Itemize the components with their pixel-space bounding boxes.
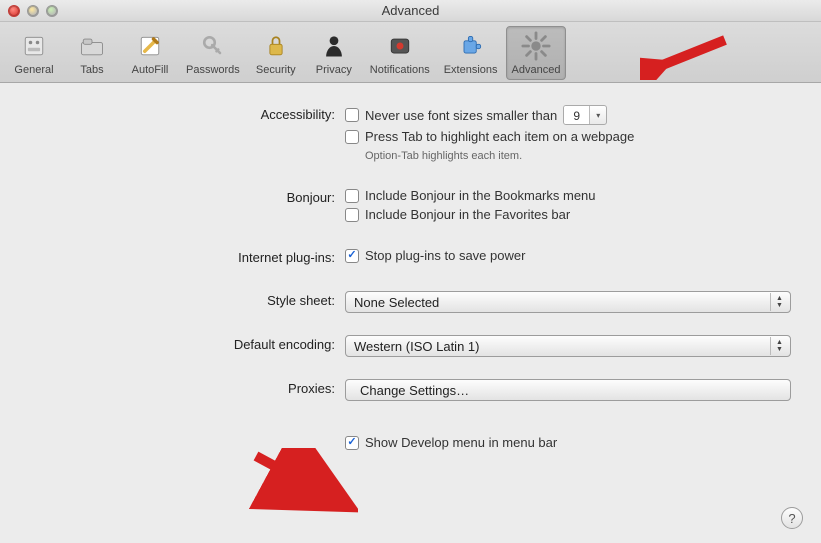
window-title: Advanced (0, 3, 821, 18)
tab-tabs-label: Tabs (80, 64, 103, 76)
tab-general[interactable]: General (6, 26, 62, 80)
never-smaller-checkbox[interactable] (345, 108, 359, 122)
notifications-icon (384, 30, 416, 62)
security-icon (260, 30, 292, 62)
tab-extensions-label: Extensions (444, 64, 498, 76)
titlebar: Advanced (0, 0, 821, 22)
min-font-size-stepper[interactable]: 9 ▾ (563, 105, 607, 125)
option-tab-hint: Option-Tab highlights each item. (365, 150, 791, 162)
advanced-pane: Accessibility: Never use font sizes smal… (0, 83, 821, 466)
accessibility-row: Accessibility: Never use font sizes smal… (30, 105, 791, 162)
passwords-icon (197, 30, 229, 62)
select-arrows-icon: ▲▼ (770, 293, 788, 311)
bonjour-bookmarks-checkbox[interactable] (345, 189, 359, 203)
tab-advanced-label: Advanced (512, 64, 561, 76)
press-tab-checkbox[interactable] (345, 130, 359, 144)
tab-general-label: General (14, 64, 53, 76)
develop-row: Show Develop menu in menu bar (30, 435, 791, 450)
tab-passwords-label: Passwords (186, 64, 240, 76)
stylesheet-select[interactable]: None Selected ▲▼ (345, 291, 791, 313)
bonjour-favorites-checkbox[interactable] (345, 208, 359, 222)
never-smaller-text: Never use font sizes smaller than (365, 108, 557, 123)
tab-notifications-label: Notifications (370, 64, 430, 76)
show-develop-checkbox[interactable] (345, 436, 359, 450)
tab-advanced[interactable]: Advanced (506, 26, 567, 80)
select-arrows-icon: ▲▼ (770, 337, 788, 355)
change-settings-button[interactable]: Change Settings… (345, 379, 791, 401)
bonjour-row: Bonjour: Include Bonjour in the Bookmark… (30, 188, 791, 222)
tab-privacy[interactable]: Privacy (306, 26, 362, 80)
general-icon (18, 30, 50, 62)
stylesheet-row: Style sheet: None Selected ▲▼ (30, 291, 791, 313)
min-font-size-value: 9 (564, 106, 590, 124)
tabs-icon (76, 30, 108, 62)
bonjour-bookmarks-text: Include Bonjour in the Bookmarks menu (365, 188, 596, 203)
extensions-icon (455, 30, 487, 62)
tab-passwords[interactable]: Passwords (180, 26, 246, 80)
tab-extensions[interactable]: Extensions (438, 26, 504, 80)
tab-security-label: Security (256, 64, 296, 76)
privacy-icon (318, 30, 350, 62)
stylesheet-label: Style sheet: (30, 291, 345, 308)
tab-privacy-label: Privacy (316, 64, 352, 76)
show-develop-text: Show Develop menu in menu bar (365, 435, 557, 450)
autofill-icon (134, 30, 166, 62)
encoding-select[interactable]: Western (ISO Latin 1) ▲▼ (345, 335, 791, 357)
advanced-icon (520, 30, 552, 62)
tab-security[interactable]: Security (248, 26, 304, 80)
tab-tabs[interactable]: Tabs (64, 26, 120, 80)
press-tab-text: Press Tab to highlight each item on a we… (365, 129, 634, 144)
proxies-row: Proxies: Change Settings… (30, 379, 791, 401)
tab-notifications[interactable]: Notifications (364, 26, 436, 80)
plugins-label: Internet plug-ins: (30, 248, 345, 265)
encoding-row: Default encoding: Western (ISO Latin 1) … (30, 335, 791, 357)
stylesheet-value: None Selected (354, 295, 439, 310)
encoding-value: Western (ISO Latin 1) (354, 339, 479, 354)
encoding-label: Default encoding: (30, 335, 345, 352)
bonjour-label: Bonjour: (30, 188, 345, 205)
tab-autofill-label: AutoFill (132, 64, 169, 76)
bonjour-favorites-text: Include Bonjour in the Favorites bar (365, 207, 570, 222)
stop-plugins-text: Stop plug-ins to save power (365, 248, 525, 263)
plugins-row: Internet plug-ins: Stop plug-ins to save… (30, 248, 791, 265)
stepper-button[interactable]: ▾ (590, 106, 606, 124)
tab-autofill[interactable]: AutoFill (122, 26, 178, 80)
help-button[interactable]: ? (781, 507, 803, 529)
accessibility-label: Accessibility: (30, 105, 345, 122)
proxies-label: Proxies: (30, 379, 345, 396)
preferences-toolbar: General Tabs AutoFill Passwords Security… (0, 22, 821, 83)
stop-plugins-checkbox[interactable] (345, 249, 359, 263)
